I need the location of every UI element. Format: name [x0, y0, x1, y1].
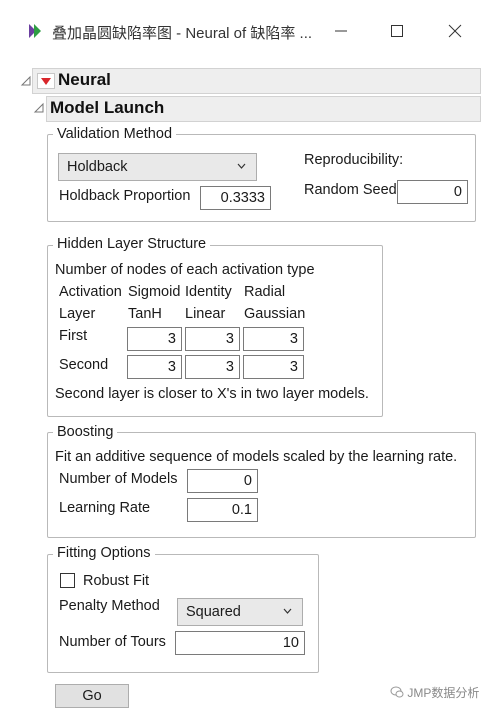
window-titlebar: 叠加晶圆缺陷率图 - Neural of 缺陷率 ... [0, 0, 497, 62]
model-launch-title: Model Launch [50, 98, 165, 117]
go-button[interactable]: Go [55, 684, 129, 708]
maximize-icon [391, 25, 403, 37]
learning-rate-label: Learning Rate [59, 500, 151, 516]
first-linear-input[interactable]: 3 [185, 327, 240, 351]
penalty-method-dropdown[interactable]: Squared [177, 598, 303, 626]
hidden-layer-legend: Hidden Layer Structure [53, 236, 211, 252]
number-of-models-input[interactable]: 0 [187, 469, 258, 493]
hidden-layer-description: Number of nodes of each activation type [55, 262, 315, 278]
identity-header: Identity [185, 284, 232, 300]
boosting-legend: Boosting [53, 424, 118, 440]
red-menu-button[interactable] [37, 73, 55, 89]
gaussian-header: Gaussian [244, 306, 306, 322]
neural-outline-header[interactable]: Neural [32, 68, 481, 94]
maximize-button[interactable] [382, 16, 412, 46]
hidden-layer-note: Second layer is closer to X's in two lay… [55, 386, 369, 402]
window-title: 叠加晶圆缺陷率图 - Neural of 缺陷率 ... [52, 25, 313, 42]
neural-title: Neural [58, 70, 111, 89]
radial-header: Radial [244, 284, 286, 300]
random-seed-input[interactable]: 0 [397, 180, 468, 204]
close-button[interactable] [440, 16, 470, 46]
validation-method-value: Holdback [67, 159, 128, 175]
second-layer-label: Second [59, 357, 109, 373]
close-icon [448, 24, 462, 38]
learning-rate-input[interactable]: 0.1 [187, 498, 258, 522]
robust-fit-checkbox[interactable] [60, 573, 75, 588]
model-launch-outline-header[interactable]: Model Launch [46, 96, 481, 122]
validation-method-dropdown[interactable]: Holdback [58, 153, 257, 181]
watermark-text: JMP数据分析 [407, 686, 480, 700]
number-of-models-label: Number of Models [59, 471, 178, 487]
validation-method-legend: Validation Method [53, 126, 177, 142]
activation-header: Activation [59, 284, 122, 300]
boosting-description: Fit an additive sequence of models scale… [55, 449, 458, 465]
minimize-button[interactable] [326, 16, 356, 46]
holdback-proportion-label: Holdback Proportion [59, 188, 191, 204]
chevron-down-icon [283, 608, 292, 614]
red-triangle-icon [41, 78, 51, 85]
chevron-down-icon [237, 163, 246, 169]
app-icon [29, 24, 41, 38]
second-gaussian-input[interactable]: 3 [243, 355, 304, 379]
fitting-options-legend: Fitting Options [53, 545, 155, 561]
second-linear-input[interactable]: 3 [185, 355, 240, 379]
minimize-icon [335, 30, 347, 32]
first-tanh-input[interactable]: 3 [127, 327, 182, 351]
watermark: JMP数据分析 [390, 684, 479, 701]
collapse-triangle-icon[interactable] [20, 75, 32, 87]
holdback-proportion-input[interactable]: 0.3333 [200, 186, 271, 210]
number-of-tours-label: Number of Tours [59, 634, 166, 650]
penalty-method-value: Squared [186, 604, 241, 620]
layer-header: Layer [59, 306, 96, 322]
wechat-icon [390, 686, 404, 698]
collapse-triangle-icon[interactable] [33, 102, 45, 114]
first-gaussian-input[interactable]: 3 [243, 327, 304, 351]
number-of-tours-input[interactable]: 10 [175, 631, 305, 655]
robust-fit-label: Robust Fit [83, 573, 150, 589]
random-seed-label: Random Seed [304, 182, 397, 198]
reproducibility-label: Reproducibility: [304, 152, 404, 168]
linear-header: Linear [185, 306, 226, 322]
penalty-method-label: Penalty Method [59, 598, 160, 614]
first-layer-label: First [59, 328, 88, 344]
second-tanh-input[interactable]: 3 [127, 355, 182, 379]
tanh-header: TanH [128, 306, 162, 322]
sigmoid-header: Sigmoid [128, 284, 181, 300]
